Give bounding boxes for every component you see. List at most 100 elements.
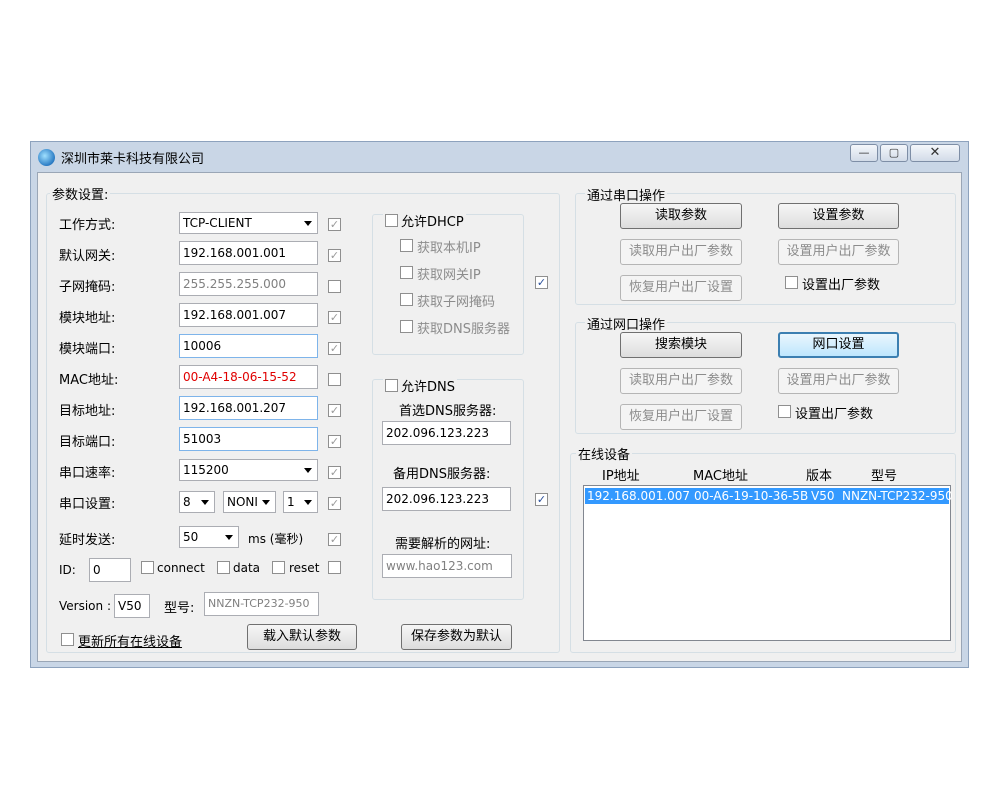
maximize-icon: ▢ — [888, 146, 900, 159]
subnet-checkbox[interactable] — [328, 280, 341, 293]
serial-checkbox[interactable]: ✓ — [328, 497, 341, 510]
dns-apply-checkbox[interactable]: ✓ — [535, 493, 548, 506]
id-flags-checkbox[interactable] — [328, 561, 341, 574]
id-label: ID: — [59, 563, 76, 577]
id-input[interactable]: 0 — [89, 558, 131, 582]
reset-checkbox[interactable] — [272, 561, 285, 574]
delay-label: 延时发送: — [59, 533, 116, 548]
delay-select[interactable]: 50 — [179, 526, 239, 548]
mac-checkbox[interactable] — [328, 373, 341, 386]
get-gateway-checkbox[interactable] — [400, 266, 413, 279]
col-version-header: 版本 — [806, 469, 833, 484]
dns-group-header: 允许DNS — [383, 376, 457, 395]
get-dns-label: 获取DNS服务器 — [417, 322, 510, 337]
work-mode-select[interactable]: TCP-CLIENT — [179, 212, 318, 234]
target-addr-input[interactable]: 192.168.001.207 — [179, 396, 318, 420]
resolve-url-input[interactable]: www.hao123.com — [382, 554, 512, 578]
net-settings-button[interactable]: 网口设置 — [778, 332, 899, 358]
module-addr-checkbox[interactable]: ✓ — [328, 311, 341, 324]
gateway-input[interactable]: 192.168.001.001 — [179, 241, 318, 265]
module-port-checkbox[interactable]: ✓ — [328, 342, 341, 355]
chevron-down-icon — [262, 500, 270, 505]
serial-set-factory-checkbox[interactable] — [785, 276, 798, 289]
backup-dns-label: 备用DNS服务器: — [393, 467, 491, 482]
row-ip: 192.168.001.007 — [587, 489, 691, 503]
module-port-input[interactable]: 10006 — [179, 334, 318, 358]
dns-enable-checkbox[interactable] — [385, 379, 398, 392]
close-icon: ✕ — [929, 145, 941, 160]
chevron-down-icon — [304, 468, 312, 473]
model-input[interactable]: NNZN-TCP232-950 — [204, 592, 319, 616]
search-module-button[interactable]: 搜索模块 — [620, 332, 742, 358]
dhcp-enable-checkbox[interactable] — [385, 214, 398, 227]
connect-checkbox[interactable] — [141, 561, 154, 574]
baud-checkbox[interactable]: ✓ — [328, 466, 341, 479]
list-item[interactable]: 192.168.001.007 00-A6-19-10-36-5B V50 NN… — [585, 488, 953, 504]
data-bits-value: 8 — [183, 495, 191, 509]
net-ops-title: 通过网口操作 — [585, 314, 668, 333]
chevron-down-icon — [201, 500, 209, 505]
load-default-button[interactable]: 载入默认参数 — [247, 624, 357, 650]
mac-input[interactable]: 00-A4-18-06-15-52 — [179, 365, 318, 389]
net-restore-factory-button[interactable]: 恢复用户出厂设置 — [620, 404, 742, 430]
work-mode-checkbox[interactable]: ✓ — [328, 218, 341, 231]
update-all-label: 更新所有在线设备 — [78, 635, 183, 650]
params-group-title: 参数设置: — [50, 184, 111, 203]
version-label: Version : — [59, 599, 111, 613]
subnet-input[interactable]: 255.255.255.000 — [179, 272, 318, 296]
parity-select[interactable]: NONI — [223, 491, 276, 513]
net-set-factory-button[interactable]: 设置用户出厂参数 — [778, 368, 899, 394]
chevron-down-icon — [225, 535, 233, 540]
primary-dns-label: 首选DNS服务器: — [399, 404, 497, 419]
row-model: NNZN-TCP232-950 — [842, 489, 953, 503]
module-addr-input[interactable]: 192.168.001.007 — [179, 303, 318, 327]
primary-dns-input[interactable]: 202.096.123.223 — [382, 421, 511, 445]
title-bar[interactable]: 深圳市莱卡科技有限公司 — ▢ ✕ — [31, 142, 968, 172]
net-read-factory-button[interactable]: 读取用户出厂参数 — [620, 368, 742, 394]
client-area: 参数设置: 工作方式: 默认网关: 子网掩码: 模块地址: 模块端口: MAC地… — [37, 172, 962, 662]
maximize-button[interactable]: ▢ — [880, 144, 908, 162]
row-version: V50 — [811, 489, 835, 503]
gateway-checkbox[interactable]: ✓ — [328, 249, 341, 262]
get-dns-checkbox[interactable] — [400, 320, 413, 333]
close-button[interactable]: ✕ — [910, 144, 960, 162]
serial-restore-factory-button[interactable]: 恢复用户出厂设置 — [620, 275, 742, 301]
minimize-button[interactable]: — — [850, 144, 878, 162]
module-addr-label: 模块地址: — [59, 311, 116, 326]
net-set-factory-label: 设置出厂参数 — [795, 407, 874, 422]
get-ip-checkbox[interactable] — [400, 239, 413, 252]
version-input[interactable]: V50 — [114, 594, 150, 618]
read-params-button[interactable]: 读取参数 — [620, 203, 742, 229]
baud-select[interactable]: 115200 — [179, 459, 318, 481]
stop-bits-value: 1 — [287, 495, 295, 509]
set-params-button[interactable]: 设置参数 — [778, 203, 899, 229]
target-addr-checkbox[interactable]: ✓ — [328, 404, 341, 417]
backup-dns-input[interactable]: 202.096.123.223 — [382, 487, 511, 511]
stop-bits-select[interactable]: 1 — [283, 491, 318, 513]
serial-set-factory-button[interactable]: 设置用户出厂参数 — [778, 239, 899, 265]
main-window: 深圳市莱卡科技有限公司 — ▢ ✕ 参数设置: 工作方式: 默认网关: 子网掩码… — [30, 141, 969, 668]
dhcp-enable-label: 允许DHCP — [401, 215, 464, 230]
update-all-checkbox[interactable] — [61, 633, 74, 646]
net-set-factory-checkbox[interactable] — [778, 405, 791, 418]
delay-checkbox[interactable]: ✓ — [328, 533, 341, 546]
col-mac-header: MAC地址 — [693, 469, 748, 484]
data-bits-select[interactable]: 8 — [179, 491, 215, 513]
dhcp-apply-checkbox[interactable]: ✓ — [535, 276, 548, 289]
dhcp-group-header: 允许DHCP — [383, 211, 466, 230]
work-mode-label: 工作方式: — [59, 218, 116, 233]
serial-set-factory-label: 设置出厂参数 — [802, 278, 881, 293]
col-model-header: 型号 — [871, 469, 898, 484]
target-port-input[interactable]: 51003 — [179, 427, 318, 451]
data-checkbox[interactable] — [217, 561, 230, 574]
window-title: 深圳市莱卡科技有限公司 — [61, 152, 205, 167]
connect-label: connect — [157, 561, 205, 575]
online-device-list[interactable]: 192.168.001.007 00-A6-19-10-36-5B V50 NN… — [583, 485, 953, 641]
save-default-button[interactable]: 保存参数为默认 — [401, 624, 512, 650]
serial-read-factory-button[interactable]: 读取用户出厂参数 — [620, 239, 742, 265]
get-gateway-label: 获取网关IP — [417, 268, 481, 283]
work-mode-value: TCP-CLIENT — [183, 216, 252, 230]
get-subnet-checkbox[interactable] — [400, 293, 413, 306]
mac-label: MAC地址: — [59, 373, 119, 388]
target-port-checkbox[interactable]: ✓ — [328, 435, 341, 448]
